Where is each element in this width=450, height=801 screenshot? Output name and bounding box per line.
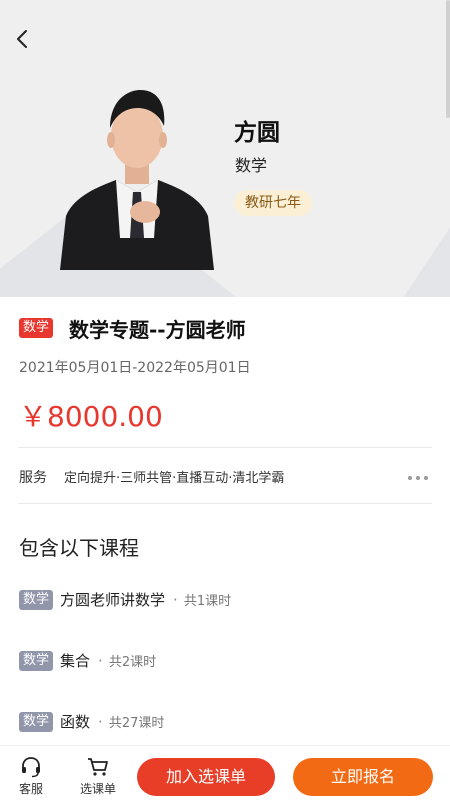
- bottom-bar: 客服 选课单 加入选课单 立即报名: [0, 745, 450, 801]
- customer-service-button[interactable]: 客服: [1, 746, 61, 797]
- divider: [19, 447, 432, 448]
- course-subject-tag: 数学: [19, 318, 54, 338]
- lesson-subject-tag: 数学: [19, 711, 54, 732]
- course-date-range: 2021年05月01日-2022年05月01日: [19, 360, 251, 376]
- lesson-count: 共1课时: [183, 594, 232, 609]
- more-dots-icon[interactable]: [406, 474, 430, 482]
- back-arrow-icon[interactable]: [12, 28, 34, 50]
- lesson-item[interactable]: 数学 方圆老师讲数学 · 共1课时: [19, 589, 231, 613]
- add-to-cart-button[interactable]: 加入选课单: [137, 758, 275, 796]
- lesson-item[interactable]: 数学 集合 · 共2课时: [19, 650, 156, 674]
- lesson-count: 共2课时: [108, 655, 157, 670]
- lesson-name: 函数: [60, 713, 91, 731]
- course-cart-label: 选课单: [79, 782, 116, 796]
- experience-badge: 教研七年: [234, 190, 312, 216]
- services-list[interactable]: 定向提升·三师共管·直播互动·清北学霸: [64, 467, 284, 486]
- lesson-subject-tag: 数学: [19, 650, 54, 671]
- cart-icon: [88, 758, 108, 776]
- divider: [19, 503, 432, 504]
- course-price: ￥8000.00: [19, 400, 163, 433]
- teacher-header: 方圆 数学 教研七年: [0, 0, 450, 297]
- services-label: 服务: [19, 470, 47, 486]
- teacher-photo: [60, 90, 214, 270]
- separator-dot: ·: [173, 590, 178, 609]
- lesson-name: 方圆老师讲数学: [60, 591, 166, 609]
- lesson-count: 共27课时: [108, 716, 165, 731]
- scrollbar[interactable]: [446, 0, 450, 118]
- lesson-name: 集合: [60, 652, 91, 670]
- teacher-subject: 数学: [235, 156, 268, 175]
- background-shape: [395, 220, 450, 297]
- course-cart-button[interactable]: 选课单: [68, 746, 128, 797]
- separator-dot: ·: [98, 712, 103, 731]
- customer-service-label: 客服: [18, 782, 43, 796]
- section-title: 包含以下课程: [19, 536, 139, 560]
- lesson-subject-tag: 数学: [19, 589, 54, 610]
- headset-icon: [22, 757, 40, 778]
- lesson-item[interactable]: 数学 函数 · 共27课时: [19, 711, 164, 735]
- course-title: 数学专题--方圆老师: [69, 318, 246, 342]
- teacher-name: 方圆: [234, 120, 280, 146]
- separator-dot: ·: [98, 651, 103, 670]
- enroll-now-button[interactable]: 立即报名: [293, 758, 433, 796]
